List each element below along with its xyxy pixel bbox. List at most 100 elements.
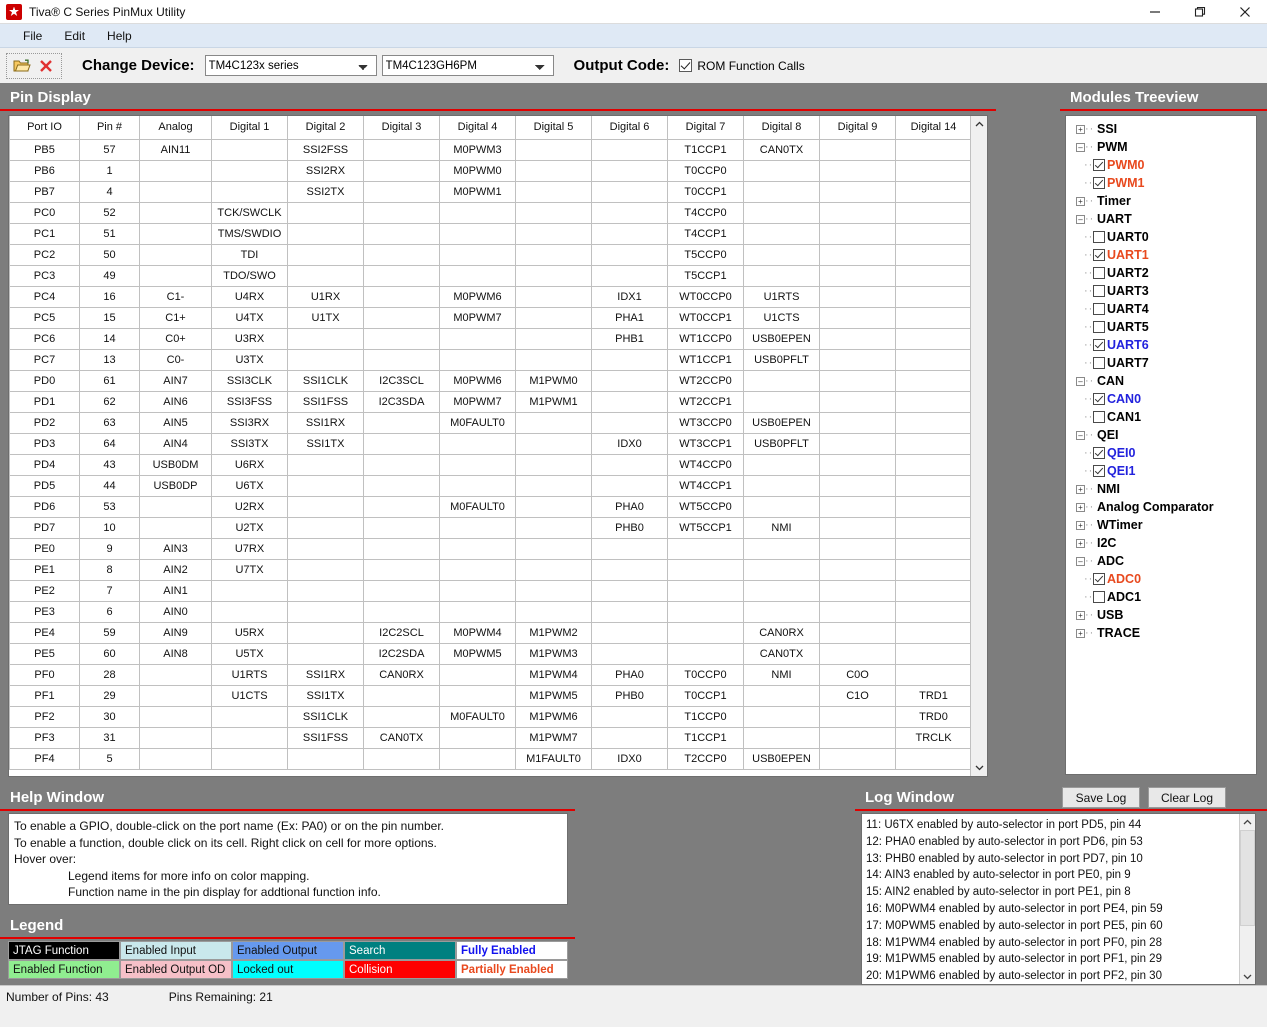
- pin-function-cell[interactable]: NMI: [743, 663, 820, 686]
- pin-function-cell[interactable]: C1+: [139, 306, 212, 329]
- pin-function-cell[interactable]: T0CCP1: [667, 684, 744, 707]
- pin-function-cell[interactable]: WT5CCP1: [667, 516, 744, 539]
- tree-leaf-uart7[interactable]: ·· UART7: [1068, 354, 1256, 372]
- pin-function-cell[interactable]: M0PWM6: [439, 285, 516, 308]
- pin-port-cell[interactable]: PF0: [9, 663, 80, 686]
- pin-function-cell[interactable]: T1CCP1: [667, 138, 744, 161]
- pin-port-cell[interactable]: PC0: [9, 201, 80, 224]
- pin-function-cell[interactable]: M0PWM0: [439, 159, 516, 182]
- pin-function-cell[interactable]: M0PWM7: [439, 390, 516, 413]
- legend-item[interactable]: Locked out: [232, 960, 344, 979]
- module-checkbox[interactable]: [1093, 465, 1105, 477]
- module-checkbox[interactable]: [1093, 591, 1105, 603]
- pin-number-cell[interactable]: 31: [79, 726, 140, 749]
- pin-number-cell[interactable]: 4: [79, 180, 140, 203]
- pin-function-cell[interactable]: TDO/SWO: [211, 264, 288, 287]
- pin-port-cell[interactable]: PF3: [9, 726, 80, 749]
- pin-number-cell[interactable]: 62: [79, 390, 140, 413]
- pin-function-cell[interactable]: CAN0RX: [743, 621, 820, 644]
- pin-port-cell[interactable]: PC7: [9, 348, 80, 371]
- module-checkbox[interactable]: [1093, 411, 1105, 423]
- pin-function-cell[interactable]: M0FAULT0: [439, 705, 516, 728]
- pin-function-cell[interactable]: I2C2SCL: [363, 621, 440, 644]
- pin-function-cell[interactable]: WT1CCP0: [667, 327, 744, 350]
- pin-function-cell[interactable]: U3TX: [211, 348, 288, 371]
- pin-function-cell[interactable]: U1CTS: [743, 306, 820, 329]
- menu-edit[interactable]: Edit: [53, 26, 96, 46]
- pin-function-cell[interactable]: U2TX: [211, 516, 288, 539]
- pin-function-cell[interactable]: M0PWM6: [439, 369, 516, 392]
- pin-port-cell[interactable]: PB5: [9, 138, 80, 161]
- menu-file[interactable]: File: [12, 26, 53, 46]
- tree-node-ssi[interactable]: + ·· SSI: [1068, 120, 1256, 138]
- tree-leaf-qei0[interactable]: ·· QEI0: [1068, 444, 1256, 462]
- pin-number-cell[interactable]: 16: [79, 285, 140, 308]
- close-button[interactable]: [1222, 0, 1267, 24]
- legend-item[interactable]: JTAG Function: [8, 941, 120, 960]
- pin-number-cell[interactable]: 6: [79, 600, 140, 623]
- module-checkbox[interactable]: [1093, 357, 1105, 369]
- module-checkbox[interactable]: [1093, 303, 1105, 315]
- pin-port-cell[interactable]: PD2: [9, 411, 80, 434]
- module-checkbox[interactable]: [1093, 267, 1105, 279]
- pin-port-cell[interactable]: PC1: [9, 222, 80, 245]
- pin-port-cell[interactable]: PE5: [9, 642, 80, 665]
- pin-function-cell[interactable]: M0PWM4: [439, 621, 516, 644]
- pin-function-cell[interactable]: M1PWM5: [515, 684, 592, 707]
- pin-function-cell[interactable]: AIN5: [139, 411, 212, 434]
- pin-function-cell[interactable]: M1PWM1: [515, 390, 592, 413]
- pin-number-cell[interactable]: 7: [79, 579, 140, 602]
- pin-display-scroll-area[interactable]: Port IO Pin # Analog Digital 1 Digital 2 Digi…: [9, 116, 970, 776]
- pin-function-cell[interactable]: SSI3RX: [211, 411, 288, 434]
- legend-item[interactable]: Fully Enabled: [456, 941, 568, 960]
- module-checkbox[interactable]: [1093, 339, 1105, 351]
- pin-port-cell[interactable]: PF2: [9, 705, 80, 728]
- pin-function-cell[interactable]: U2RX: [211, 495, 288, 518]
- pin-port-cell[interactable]: PC5: [9, 306, 80, 329]
- pin-table-column-header[interactable]: Digital 8: [743, 116, 820, 140]
- pin-function-cell[interactable]: AIN6: [139, 390, 212, 413]
- log-scroll-thumb[interactable]: [1240, 830, 1255, 926]
- tree-node-trace[interactable]: + ·· TRACE: [1068, 624, 1256, 642]
- expand-icon[interactable]: +: [1076, 196, 1085, 206]
- tree-leaf-uart5[interactable]: ·· UART5: [1068, 318, 1256, 336]
- tree-leaf-uart2[interactable]: ·· UART2: [1068, 264, 1256, 282]
- pin-function-cell[interactable]: SSI1TX: [287, 684, 364, 707]
- pin-function-cell[interactable]: WT2CCP0: [667, 369, 744, 392]
- pin-number-cell[interactable]: 43: [79, 453, 140, 476]
- tree-leaf-adc1[interactable]: ·· ADC1: [1068, 588, 1256, 606]
- expand-icon[interactable]: +: [1076, 124, 1085, 134]
- pin-function-cell[interactable]: WT3CCP0: [667, 411, 744, 434]
- pin-function-cell[interactable]: T0CCP1: [667, 180, 744, 203]
- pin-number-cell[interactable]: 63: [79, 411, 140, 434]
- pin-function-cell[interactable]: WT2CCP1: [667, 390, 744, 413]
- pin-number-cell[interactable]: 5: [79, 747, 140, 770]
- pin-number-cell[interactable]: 15: [79, 306, 140, 329]
- pin-function-cell[interactable]: WT4CCP0: [667, 453, 744, 476]
- pin-function-cell[interactable]: U1RTS: [743, 285, 820, 308]
- pin-function-cell[interactable]: PHA0: [591, 495, 668, 518]
- pin-function-cell[interactable]: U1CTS: [211, 684, 288, 707]
- pin-display-scroll-track[interactable]: [971, 133, 987, 759]
- tree-node-uart[interactable]: – ·· UART: [1068, 210, 1256, 228]
- collapse-icon[interactable]: –: [1076, 376, 1085, 386]
- pin-function-cell[interactable]: PHB0: [591, 684, 668, 707]
- pin-number-cell[interactable]: 1: [79, 159, 140, 182]
- pin-number-cell[interactable]: 57: [79, 138, 140, 161]
- module-checkbox[interactable]: [1093, 393, 1105, 405]
- pin-function-cell[interactable]: M0PWM1: [439, 180, 516, 203]
- tree-node-pwm[interactable]: – ·· PWM: [1068, 138, 1256, 156]
- pin-function-cell[interactable]: CAN0RX: [363, 663, 440, 686]
- tree-leaf-uart1[interactable]: ·· UART1: [1068, 246, 1256, 264]
- menu-help[interactable]: Help: [96, 26, 143, 46]
- pin-table-column-header[interactable]: Port IO: [9, 116, 80, 140]
- pin-function-cell[interactable]: SSI1RX: [287, 663, 364, 686]
- tree-leaf-uart3[interactable]: ·· UART3: [1068, 282, 1256, 300]
- pin-function-cell[interactable]: T0CCP0: [667, 663, 744, 686]
- red-x-icon[interactable]: [34, 55, 58, 77]
- pin-function-cell[interactable]: U6RX: [211, 453, 288, 476]
- pin-function-cell[interactable]: AIN2: [139, 558, 212, 581]
- pin-port-cell[interactable]: PC6: [9, 327, 80, 350]
- log-scroll-down-arrow-icon[interactable]: [1240, 968, 1255, 984]
- tree-leaf-uart4[interactable]: ·· UART4: [1068, 300, 1256, 318]
